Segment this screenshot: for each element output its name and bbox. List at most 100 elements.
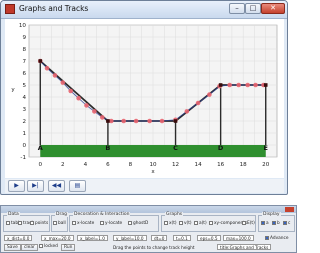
control-panel: Data table track points Drag ball Decora…	[0, 205, 297, 253]
clear-button[interactable]: clear	[21, 244, 38, 251]
track-point-label: A	[38, 144, 43, 152]
track-handle[interactable]	[218, 83, 223, 87]
y-tick-label: 6	[22, 71, 26, 77]
ylabel-field[interactable]: y_label=10.0	[113, 235, 147, 242]
track-handle[interactable]	[106, 119, 110, 123]
main-window: Graphs and Tracks – □ ✕ -1 0 1 2 3 4 5 6 7 8 9 10 0 2…	[0, 0, 288, 195]
data-point[interactable]	[253, 82, 258, 88]
data-point[interactable]	[236, 82, 241, 88]
xdist-field[interactable]: x_dist=0.0	[4, 235, 33, 242]
window-title: Graphs and Tracks	[19, 4, 89, 13]
x-tick-label: 20	[262, 162, 270, 168]
x-tick-label: 4	[84, 162, 88, 168]
max-field[interactable]: max=100.0	[223, 235, 254, 242]
display-b-checkbox[interactable]: b	[272, 221, 280, 226]
x-tick-label: 18	[240, 162, 248, 168]
x-tick-label: 10	[149, 162, 157, 168]
save-button[interactable]: Save	[4, 244, 21, 251]
data-point[interactable]	[68, 88, 74, 94]
step-icon[interactable]: ▶|	[27, 180, 44, 192]
data-point[interactable]	[52, 73, 58, 78]
data-point[interactable]	[245, 82, 250, 88]
title-bar[interactable]: Graphs and Tracks – □ ✕	[1, 1, 287, 19]
vt-checkbox[interactable]: v(t)	[179, 221, 192, 226]
track-point-label: C	[173, 144, 178, 152]
dt-field[interactable]: dt=0	[151, 235, 168, 242]
decoration-group-label: Decoration & Interaction	[73, 212, 131, 217]
data-point[interactable]	[195, 100, 201, 106]
data-point[interactable]	[159, 118, 165, 124]
x-tick-label: 12	[172, 162, 179, 168]
app-icon	[5, 4, 15, 14]
chart[interactable]: -10123456789100 2 4 6 8 10 12 14 16 18 20xyA B C D E	[5, 19, 284, 178]
data-point[interactable]	[227, 82, 232, 88]
ghost-checkbox[interactable]: ghostD	[128, 221, 148, 226]
advance-checkbox[interactable]: Advance	[265, 236, 289, 241]
at-checkbox[interactable]: a(t)	[194, 221, 207, 226]
points-checkbox[interactable]: points	[30, 221, 48, 226]
data-point[interactable]	[99, 115, 105, 120]
y-tick-label: 1	[22, 131, 26, 137]
track-handle[interactable]	[38, 59, 43, 63]
rate-field[interactable]: t=0.1	[173, 235, 191, 242]
locked-checkbox[interactable]: locked	[39, 244, 58, 249]
close-button[interactable]: ✕	[261, 3, 285, 14]
ball-checkbox[interactable]: ball	[53, 221, 66, 226]
data-point[interactable]	[207, 92, 212, 97]
x-tick-label: 16	[217, 162, 225, 168]
y-tick-label: 2	[22, 119, 26, 125]
maximize-button[interactable]: □	[245, 3, 261, 14]
xmax-field[interactable]: x_max=20.0	[41, 235, 74, 242]
data-point[interactable]	[84, 103, 89, 108]
y-tick-label: 3	[22, 107, 26, 113]
panel-close-button[interactable]	[285, 207, 294, 212]
data-point[interactable]	[121, 118, 126, 124]
display-c-checkbox[interactable]: c	[283, 221, 290, 226]
display-group: Display a b c	[258, 212, 295, 232]
y-tick-label: 10	[19, 23, 27, 29]
run-button[interactable]: Run	[61, 244, 76, 251]
playback-toolbar: ▶ ▶| ◀◀ ▤	[5, 179, 284, 193]
play-icon[interactable]: ▶	[8, 180, 25, 192]
data-group: Data table track points	[3, 212, 50, 232]
page-icon[interactable]: ▤	[69, 180, 86, 192]
graphs-group-label: Graphs	[165, 212, 184, 217]
data-point[interactable]	[184, 109, 190, 114]
eps-field[interactable]: eps=0.5	[197, 235, 221, 242]
y-tick-label: 8	[22, 47, 26, 53]
drag-group-label: Drag	[55, 212, 68, 217]
data-group-label: Data	[7, 212, 20, 217]
title-field[interactable]: title:Graphs and Tracks	[217, 244, 272, 251]
y-tick-label: 5	[22, 83, 26, 89]
drag-group: Drag ball	[51, 212, 68, 232]
graphs-group: Graphs x(t) v(t) a(t) xy-components E(t)	[161, 212, 256, 232]
y-axis-label: y	[11, 87, 15, 93]
y-tick-label: 7	[22, 59, 26, 65]
data-point[interactable]	[133, 118, 139, 124]
data-point[interactable]	[44, 65, 50, 71]
data-point[interactable]	[147, 118, 152, 124]
xlabel-field[interactable]: x_label=1.0	[77, 235, 108, 242]
x-tick-label: 14	[195, 162, 203, 168]
x-tick-label: 8	[129, 162, 133, 168]
decoration-group: Decoration & Interaction x-locate y-loca…	[69, 212, 159, 232]
data-point[interactable]	[92, 109, 97, 114]
track-handle[interactable]	[173, 119, 178, 123]
data-point[interactable]	[60, 80, 66, 85]
et-checkbox[interactable]: E(t)	[242, 221, 255, 226]
track-point-label: E	[264, 144, 268, 152]
xt-checkbox[interactable]: x(t)	[164, 221, 177, 226]
minimize-button[interactable]: –	[229, 3, 245, 14]
panel-title-bar[interactable]	[1, 206, 296, 213]
y-locate-checkbox[interactable]: y-locate	[100, 221, 122, 226]
rewind-icon[interactable]: ◀◀	[48, 180, 65, 192]
display-a-checkbox[interactable]: a	[261, 221, 269, 226]
y-tick-label: -1	[20, 155, 26, 161]
x-tick-label: 2	[61, 162, 65, 168]
track-point-label: B	[105, 144, 110, 152]
data-point[interactable]	[76, 95, 81, 101]
display-group-label: Display	[262, 212, 281, 217]
x-tick-label: 6	[106, 162, 110, 168]
x-locate-checkbox[interactable]: x-locate	[72, 221, 94, 226]
track-handle[interactable]	[263, 83, 268, 87]
